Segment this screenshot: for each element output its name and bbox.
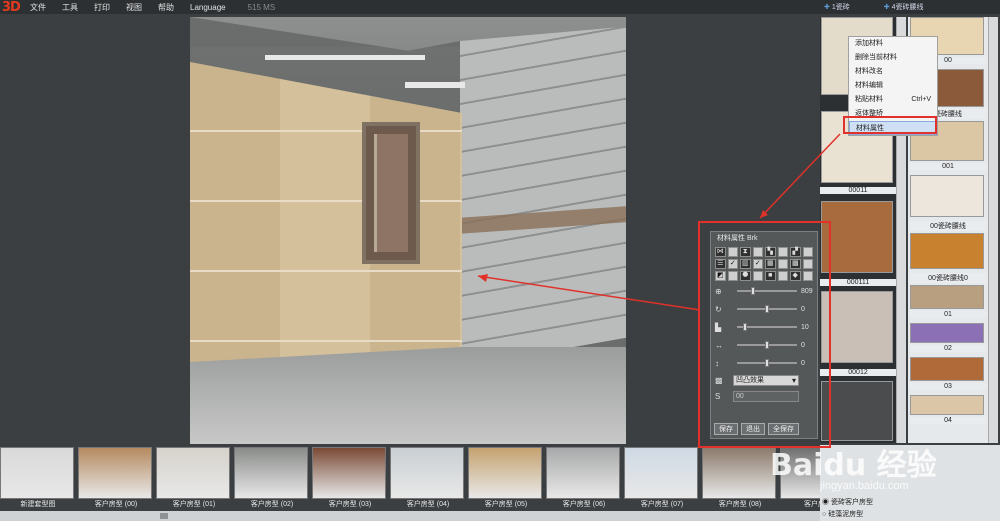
annotation-arrows [477,133,841,311]
